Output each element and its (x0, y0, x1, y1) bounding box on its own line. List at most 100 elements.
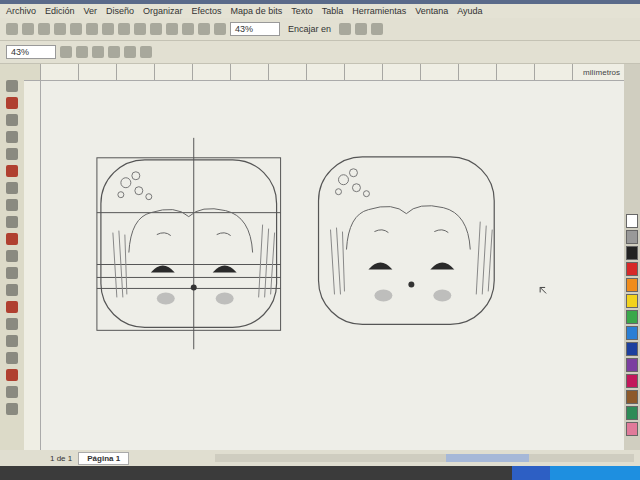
tool-icon[interactable] (6, 23, 18, 35)
tool-icon[interactable] (150, 23, 162, 35)
tool-icon[interactable] (214, 23, 226, 35)
color-palette (624, 64, 640, 450)
zoom-tool-icon[interactable] (60, 46, 72, 58)
hair-line (129, 209, 253, 253)
tool-icon[interactable] (6, 352, 18, 364)
flower-icon (118, 172, 152, 200)
tool-icon[interactable] (6, 114, 18, 126)
color-swatch[interactable] (626, 262, 638, 276)
tool-icon[interactable] (6, 165, 18, 177)
tool-icon[interactable] (6, 386, 18, 398)
tool-icon[interactable] (6, 216, 18, 228)
color-swatch[interactable] (626, 390, 638, 404)
property-bar: 43% (0, 41, 640, 64)
tool-icon[interactable] (371, 23, 383, 35)
zoom-tool-icon[interactable] (108, 46, 120, 58)
tool-icon[interactable] (102, 23, 114, 35)
menu-item[interactable]: Ayuda (457, 6, 482, 16)
color-swatch[interactable] (626, 358, 638, 372)
tool-icon[interactable] (6, 403, 18, 415)
tool-icon[interactable] (38, 23, 50, 35)
side-hair (113, 225, 275, 298)
zoom-tool-icon[interactable] (76, 46, 88, 58)
horizontal-ruler: milímetros (24, 64, 624, 81)
tool-icon[interactable] (6, 318, 18, 330)
right-cheek (433, 289, 451, 301)
zoom-tool-icon[interactable] (92, 46, 104, 58)
menu-item[interactable]: Texto (291, 6, 313, 16)
menu-item[interactable]: Ver (84, 6, 98, 16)
nose-dot (408, 281, 414, 287)
color-swatch[interactable] (626, 374, 638, 388)
color-swatch[interactable] (626, 422, 638, 436)
canvas[interactable] (41, 81, 624, 450)
menu-item[interactable]: Ventana (415, 6, 448, 16)
tool-icon[interactable] (118, 23, 130, 35)
zoom-tool-icon[interactable] (140, 46, 152, 58)
tool-icon[interactable] (6, 97, 18, 109)
color-swatch[interactable] (626, 294, 638, 308)
tool-icon[interactable] (6, 335, 18, 347)
hair-line (346, 206, 470, 250)
tool-icon[interactable] (22, 23, 34, 35)
color-swatch[interactable] (626, 326, 638, 340)
zoom-dropdown[interactable]: 43% (6, 45, 56, 59)
tool-icon[interactable] (6, 131, 18, 143)
color-swatch[interactable] (626, 406, 638, 420)
snap-label[interactable]: Encajar en (284, 24, 335, 34)
tool-icon[interactable] (6, 80, 18, 92)
left-eye (151, 266, 175, 273)
menu-item[interactable]: Archivo (6, 6, 36, 16)
menu-item[interactable]: Herramientas (352, 6, 406, 16)
menu-item[interactable]: Tabla (322, 6, 344, 16)
tool-icon[interactable] (6, 267, 18, 279)
vertical-ruler (24, 81, 41, 450)
right-cheek (216, 292, 234, 304)
tool-icon[interactable] (6, 182, 18, 194)
horizontal-scrollbar[interactable] (215, 454, 634, 462)
right-eye (213, 266, 237, 273)
tool-icon[interactable] (6, 233, 18, 245)
tool-icon[interactable] (54, 23, 66, 35)
ruler-ticks (40, 64, 579, 80)
menu-item[interactable]: Organizar (143, 6, 183, 16)
tool-icon[interactable] (6, 199, 18, 211)
system-tray (550, 466, 640, 480)
face-drawing[interactable] (319, 157, 495, 325)
tool-icon[interactable] (86, 23, 98, 35)
tool-icon[interactable] (182, 23, 194, 35)
tool-icon[interactable] (6, 369, 18, 381)
scroll-thumb[interactable] (446, 454, 530, 462)
color-swatch[interactable] (626, 342, 638, 356)
drawing-area (41, 81, 624, 450)
menu-item[interactable]: Edición (45, 6, 75, 16)
menu-item[interactable]: Efectos (192, 6, 222, 16)
tool-icon[interactable] (6, 284, 18, 296)
color-swatch[interactable] (626, 278, 638, 292)
tool-icon[interactable] (166, 23, 178, 35)
page-tab[interactable]: Página 1 (78, 452, 129, 465)
tool-icon[interactable] (134, 23, 146, 35)
right-brow (434, 230, 448, 233)
tool-icon[interactable] (6, 148, 18, 160)
tool-icon[interactable] (198, 23, 210, 35)
page-bar: 1 de 1 Página 1 (0, 450, 640, 466)
color-swatch[interactable] (626, 230, 638, 244)
color-swatch[interactable] (626, 214, 638, 228)
tool-icon[interactable] (6, 250, 18, 262)
tool-icon[interactable] (355, 23, 367, 35)
color-swatch[interactable] (626, 310, 638, 324)
cursor-icon (540, 287, 546, 293)
ruler-corner (24, 64, 40, 80)
tool-icon[interactable] (339, 23, 351, 35)
face-drawing[interactable] (97, 138, 281, 349)
color-swatch[interactable] (626, 246, 638, 260)
page-count: 1 de 1 (50, 454, 72, 463)
zoom-field[interactable]: 43% (230, 22, 280, 36)
menu-item[interactable]: Diseño (106, 6, 134, 16)
tool-icon[interactable] (6, 301, 18, 313)
right-brow (217, 233, 231, 236)
menu-item[interactable]: Mapa de bits (231, 6, 283, 16)
zoom-tool-icon[interactable] (124, 46, 136, 58)
tool-icon[interactable] (70, 23, 82, 35)
